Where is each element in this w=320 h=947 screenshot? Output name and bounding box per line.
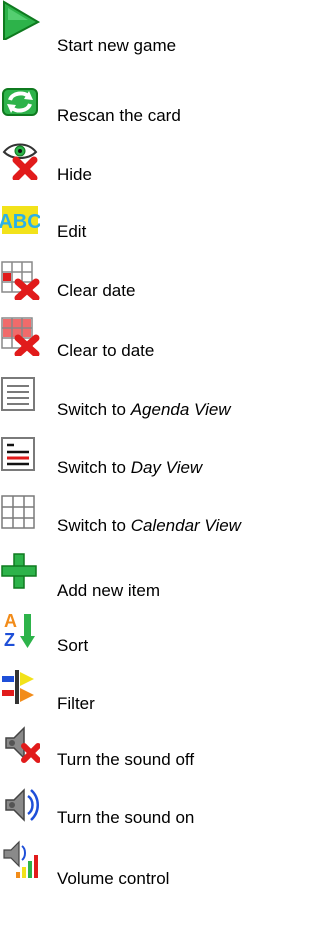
list-item-volume-control: Volume control [0,838,318,896]
svg-text:ABC: ABC [0,211,40,233]
edit-abc-icon: ABC [0,200,40,240]
list-item-filter: Filter [0,664,318,722]
list-item-rescan-card: Rescan the card [0,82,318,140]
sound-on-icon [0,784,40,824]
list-item-day-view: Switch to Day View [0,432,318,490]
list-item-agenda-view: Switch to Agenda View [0,372,318,430]
plus-icon [0,552,40,592]
calendar-grid-icon [0,494,40,534]
list-item-start-new-game: Start new game [0,0,318,58]
list-item-label: Filter [57,694,95,713]
list-item-label: Clear date [57,281,136,300]
list-item-sort: A Z Sort [0,606,318,664]
volume-control-icon [0,840,40,880]
list-item-label: Rescan the card [57,106,181,125]
list-item-clear-date: Clear date [0,256,318,314]
list-item-label: Edit [57,222,87,241]
refresh-icon [0,82,40,122]
list-item-label: Switch to Agenda View [57,400,231,419]
agenda-view-icon [0,376,40,416]
list-item-label: Turn the sound on [57,808,195,827]
list-item-label: Sort [57,636,89,655]
list-item-edit: ABC Edit [0,198,318,256]
sort-az-icon: A Z [0,610,40,650]
list-item-sound-on: Turn the sound on [0,780,318,838]
list-item-label: Switch to Calendar View [57,516,241,535]
svg-text:A: A [4,611,17,631]
list-item-hide: Hide [0,140,318,198]
day-view-icon [0,436,40,476]
list-item-label: Switch to Day View [57,458,203,477]
calendar-clear-icon [0,260,40,300]
calendar-clear-red-icon [0,316,40,356]
list-item-label: Clear to date [57,341,155,360]
list-item-label: Start new game [57,36,177,55]
list-item-label: Hide [57,165,92,184]
list-item-clear-to-date: Clear to date [0,314,318,372]
sound-off-icon [0,724,40,764]
play-icon [0,0,40,40]
list-item-add-new: Add new item [0,548,318,606]
list-item-label: Add new item [57,581,160,600]
list-item-label: Volume control [57,869,170,888]
eye-hide-icon [0,140,40,180]
list-item-label: Turn the sound off [57,750,195,769]
list-item-calendar-view: Switch to Calendar View [0,490,318,548]
svg-text:Z: Z [4,630,15,650]
list-item-sound-off: Turn the sound off [0,722,318,780]
filter-icon [0,668,40,708]
